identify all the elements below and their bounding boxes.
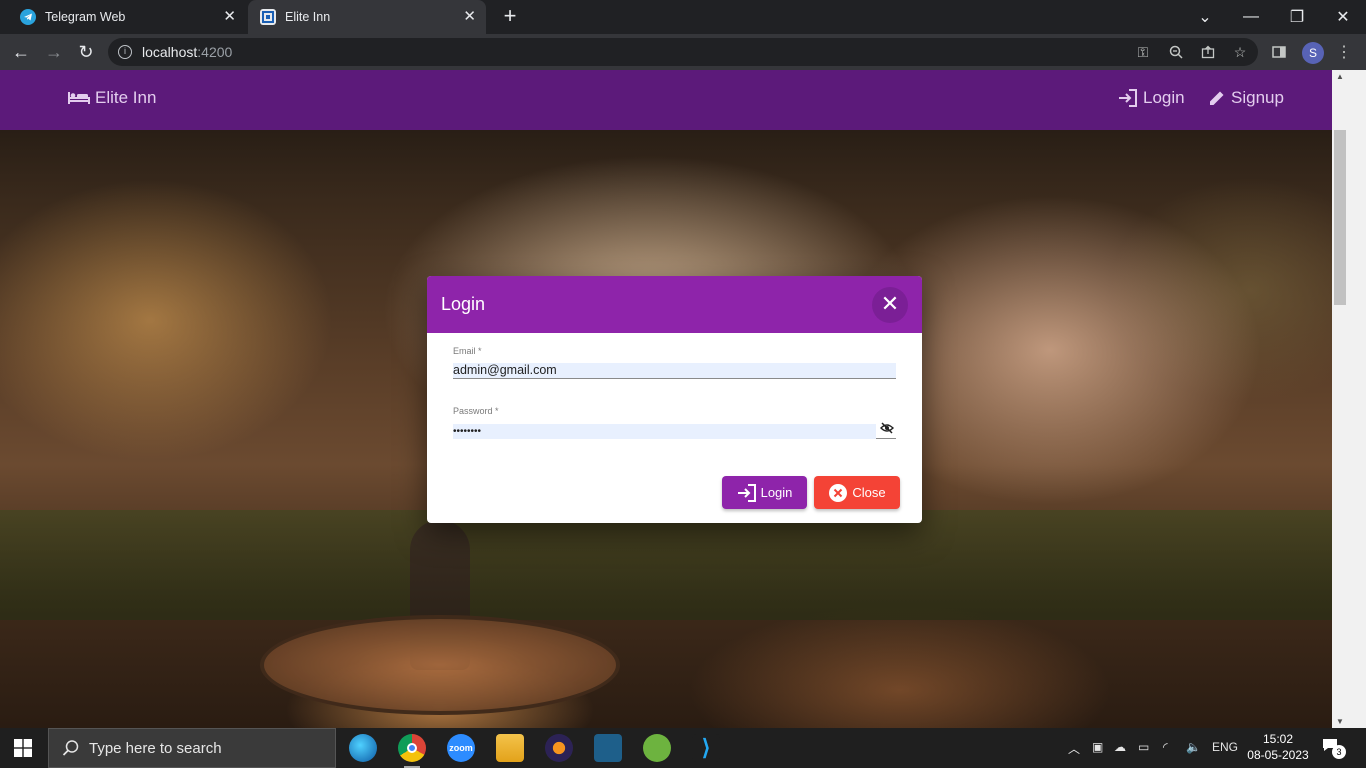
dialog-close-icon[interactable]: ✕: [872, 287, 908, 323]
browser-tab-bar: Telegram Web ✕ Elite Inn ✕ + ⌄ — ❐ ✕: [0, 0, 1366, 34]
login-icon: [1119, 89, 1137, 107]
search-icon: [62, 740, 79, 756]
address-bar[interactable]: i localhost:4200: [108, 38, 1258, 66]
mysql-workbench-icon[interactable]: [594, 734, 622, 762]
cancel-circle-icon: [829, 483, 848, 502]
page-scrollbar[interactable]: ▲ ▼: [1332, 70, 1348, 728]
search-placeholder: Type here to search: [89, 739, 222, 757]
email-input-wrapper: [453, 361, 896, 379]
email-label: Email *: [453, 346, 482, 356]
close-button-label: Close: [852, 485, 886, 500]
site-favicon-icon: [260, 9, 276, 25]
bed-icon: [68, 92, 90, 104]
scrollbar-thumb[interactable]: [1334, 130, 1346, 305]
password-label: Password *: [453, 406, 499, 416]
login-icon: [737, 483, 756, 502]
login-dialog: Login ✕ Email * Password * Login Close: [427, 276, 922, 523]
language-indicator[interactable]: ENG: [1212, 740, 1238, 754]
spring-tools-icon[interactable]: [643, 734, 671, 762]
scroll-down-arrow-icon[interactable]: ▼: [1335, 717, 1345, 726]
notification-center-icon[interactable]: 3: [1322, 738, 1346, 759]
meet-now-icon[interactable]: ▣: [1092, 740, 1103, 754]
nav-login-label: Login: [1143, 88, 1185, 107]
hedge-lights: [0, 510, 1332, 620]
window-close-button[interactable]: ✕: [1320, 0, 1366, 34]
back-arrow-icon[interactable]: ←: [9, 40, 33, 64]
password-input-wrapper: [453, 421, 896, 439]
reload-icon[interactable]: ↻: [74, 40, 98, 64]
app-navbar: Elite Inn Login Signup: [0, 70, 1332, 130]
clock-time: 15:02: [1262, 732, 1294, 746]
browser-menu-icon[interactable]: ⋮: [1336, 42, 1352, 62]
profile-avatar[interactable]: S: [1302, 42, 1324, 64]
windows-start-icon[interactable]: [14, 739, 32, 757]
zoom-icon[interactable]: [1166, 42, 1186, 62]
brand-link[interactable]: Elite Inn: [68, 88, 156, 108]
taskbar-clock[interactable]: 15:02 08-05-2023: [1246, 731, 1310, 763]
right-gutter: [1348, 70, 1366, 728]
forward-arrow-icon[interactable]: →: [42, 40, 66, 64]
close-tab-icon[interactable]: ✕: [463, 9, 476, 25]
tab-title: Elite Inn: [285, 10, 331, 24]
restore-button[interactable]: ❐: [1274, 0, 1320, 34]
email-input[interactable]: [453, 362, 896, 378]
visibility-off-icon[interactable]: [880, 422, 894, 434]
password-field: Password *: [453, 406, 896, 439]
onedrive-cloud-icon[interactable]: ☁: [1114, 740, 1126, 754]
file-explorer-icon[interactable]: [496, 734, 524, 762]
telegram-icon: [20, 9, 36, 25]
site-info-icon[interactable]: i: [118, 45, 132, 59]
dialog-header: Login ✕: [427, 276, 922, 333]
login-button[interactable]: Login: [722, 476, 807, 509]
url-port: :4200: [197, 44, 233, 60]
minimize-button[interactable]: —: [1228, 0, 1274, 34]
volume-icon[interactable]: 🔈: [1186, 740, 1201, 754]
tab-elite-inn[interactable]: Elite Inn ✕: [248, 0, 486, 34]
page-viewport: Elite Inn Login Signup Login ✕ Email * P…: [0, 70, 1366, 728]
battery-icon[interactable]: ▭: [1138, 740, 1149, 754]
bookmark-star-icon[interactable]: ☆: [1230, 42, 1250, 62]
tab-telegram-web[interactable]: Telegram Web ✕: [8, 0, 246, 34]
wifi-icon[interactable]: ◜: [1163, 740, 1168, 754]
show-hidden-icons-chevron-icon[interactable]: ︿: [1068, 740, 1080, 757]
nav-signup-label: Signup: [1231, 88, 1284, 107]
eclipse-icon[interactable]: [545, 734, 573, 762]
browser-toolbar: ← → ↻ i localhost:4200 ⚿ ☆ S ⋮: [0, 34, 1366, 70]
edge-icon[interactable]: [349, 734, 377, 762]
chrome-icon[interactable]: [398, 734, 426, 768]
pencil-icon: [1210, 91, 1224, 105]
notification-count: 3: [1332, 745, 1346, 759]
close-button[interactable]: Close: [814, 476, 900, 509]
tab-search-chevron-icon[interactable]: ⌄: [1182, 0, 1228, 34]
nav-login-link[interactable]: Login: [1118, 88, 1185, 108]
url-host: localhost: [142, 44, 198, 60]
key-icon[interactable]: ⚿: [1133, 42, 1153, 62]
password-input[interactable]: [453, 424, 876, 439]
login-button-label: Login: [760, 485, 793, 500]
share-icon[interactable]: [1198, 42, 1218, 62]
zoom-icon[interactable]: zoom: [447, 734, 475, 762]
clock-date: 08-05-2023: [1247, 748, 1309, 762]
new-tab-button[interactable]: +: [498, 5, 522, 29]
side-panel-icon[interactable]: [1269, 42, 1289, 62]
windows-taskbar: Type here to search zoom ⟩ ︿ ▣ ☁ ▭ ◜ 🔈 E…: [0, 728, 1366, 768]
fountain-pool: [260, 615, 620, 715]
taskbar-search-box[interactable]: Type here to search: [48, 728, 336, 768]
vscode-icon[interactable]: ⟩: [692, 734, 720, 762]
close-tab-icon[interactable]: ✕: [223, 9, 236, 25]
nav-signup-link[interactable]: Signup: [1208, 88, 1284, 108]
brand-name: Elite Inn: [95, 88, 157, 107]
email-field: Email *: [453, 346, 896, 379]
scroll-up-arrow-icon[interactable]: ▲: [1335, 72, 1345, 81]
tab-title: Telegram Web: [45, 10, 126, 24]
dialog-title: Login: [441, 294, 486, 314]
